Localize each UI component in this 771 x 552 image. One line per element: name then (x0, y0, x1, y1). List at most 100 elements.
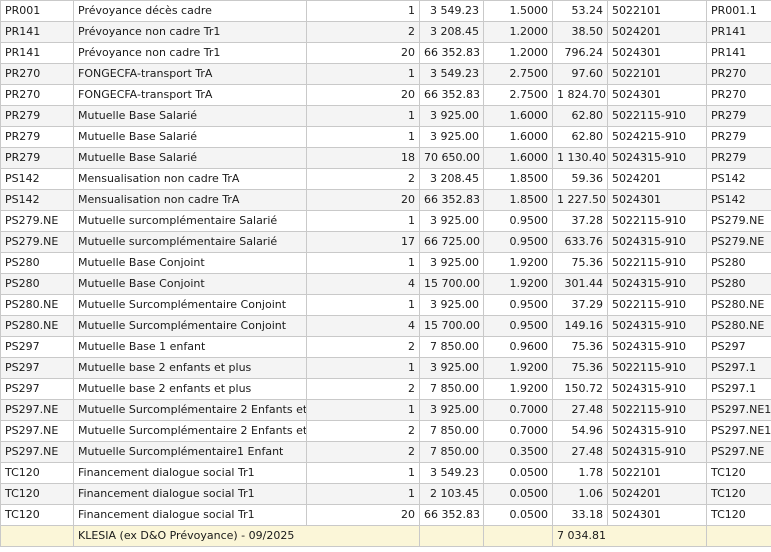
cell-quantity: 1 (306, 126, 420, 148)
cell-base: 3 925.00 (419, 294, 484, 316)
cell-quantity: 2 (306, 21, 420, 43)
cell-quantity: 4 (306, 273, 420, 295)
cell-account: 5022115-910 (607, 252, 707, 274)
table-row[interactable]: PS297 Mutuelle base 2 enfants et plus 2 7 8… (0, 378, 771, 400)
cell-rate: 0.9500 (483, 294, 553, 316)
cell-amount: 301.44 (552, 273, 608, 295)
cell-account: 5022115-910 (607, 105, 707, 127)
cell-rate: 1.5000 (483, 0, 553, 22)
cell-code: PS297.NE (0, 420, 74, 442)
table-row[interactable]: PR001 Prévoyance décès cadre 1 3 549.23 1.50… (0, 0, 771, 22)
cell-base: 3 208.45 (419, 168, 484, 190)
table-row[interactable]: PR141 Prévoyance non cadre Tr1 20 66 352.83… (0, 42, 771, 64)
cell-account: 5024315-910 (607, 315, 707, 337)
cell-amount: 59.36 (552, 168, 608, 190)
cell-quantity: 20 (306, 42, 420, 64)
table-row[interactable]: PS279.NE Mutuelle surcomplémentaire Salar… (0, 231, 771, 253)
cell-label: Financement dialogue social Tr1 (73, 504, 307, 526)
table-row[interactable]: PS280 Mutuelle Base Conjoint 4 15 700.00 1.9… (0, 273, 771, 295)
cell-base: 3 549.23 (419, 0, 484, 22)
table-row[interactable]: PS297.NE Mutuelle Surcomplémentaire 2 Enf… (0, 399, 771, 421)
cell-quantity: 2 (306, 336, 420, 358)
cell-label: Mensualisation non cadre TrA (73, 189, 307, 211)
cell-amount: 38.50 (552, 21, 608, 43)
cell-amount: 1 227.50 (552, 189, 608, 211)
table-row[interactable]: TC120 Financement dialogue social Tr1 1 3 5… (0, 462, 771, 484)
table-row[interactable]: PS279.NE Mutuelle surcomplémentaire Salar… (0, 210, 771, 232)
cell-account: 5024215-910 (607, 126, 707, 148)
cell-account: 5022101 (607, 462, 707, 484)
table-row[interactable]: PS280.NE Mutuelle Surcomplémentaire Conjo… (0, 315, 771, 337)
table-row[interactable]: PS142 Mensualisation non cadre TrA 20 66 35… (0, 189, 771, 211)
cell-base: 3 549.23 (419, 63, 484, 85)
table-row[interactable]: PR279 Mutuelle Base Salarié 18 70 650.00 1.6… (0, 147, 771, 169)
cell-account: 5024301 (607, 42, 707, 64)
cell-reference: PS297.1 (706, 378, 771, 400)
cell-base: 15 700.00 (419, 315, 484, 337)
cell-account: 5024201 (607, 168, 707, 190)
cell-account: 5024315-910 (607, 147, 707, 169)
cell-amount: 62.80 (552, 126, 608, 148)
cell-base: 66 352.83 (419, 84, 484, 106)
cell-code: PS280.NE (0, 315, 74, 337)
table-row[interactable]: PS142 Mensualisation non cadre TrA 2 3 208.… (0, 168, 771, 190)
cell-amount: 796.24 (552, 42, 608, 64)
cell-reference: PS142 (706, 168, 771, 190)
cell-reference: PR270 (706, 84, 771, 106)
cell-quantity: 1 (306, 399, 420, 421)
cell-reference: PR279 (706, 105, 771, 127)
cell-reference: PR279 (706, 147, 771, 169)
cell-account: 5024315-910 (607, 273, 707, 295)
table-row[interactable]: PR279 Mutuelle Base Salarié 1 3 925.00 1.600… (0, 105, 771, 127)
cell-amount: 37.28 (552, 210, 608, 232)
cell-reference: PR141 (706, 42, 771, 64)
cell-reference: PS280 (706, 273, 771, 295)
table-row[interactable]: PR141 Prévoyance non cadre Tr1 2 3 208.45 1.… (0, 21, 771, 43)
cell-quantity: 1 (306, 0, 420, 22)
cell-reference: PS280 (706, 252, 771, 274)
cell-label: Prévoyance non cadre Tr1 (73, 42, 307, 64)
cell-rate: 1.9200 (483, 252, 553, 274)
table-row[interactable]: PR270 FONGECFA-transport TrA 20 66 352.83 2.… (0, 84, 771, 106)
cell-code: PR279 (0, 105, 74, 127)
cell-account: 5024201 (607, 483, 707, 505)
cell-quantity: 20 (306, 189, 420, 211)
table-row[interactable]: PS297 Mutuelle Base 1 enfant 2 7 850.00 0.96… (0, 336, 771, 358)
table-row[interactable]: TC120 Financement dialogue social Tr1 1 2 1… (0, 483, 771, 505)
cell-code: PR279 (0, 147, 74, 169)
cell-quantity: 1 (306, 63, 420, 85)
table-row[interactable]: PR279 Mutuelle Base Salarié 1 3 925.00 1.600… (0, 126, 771, 148)
cell-account: 5024315-910 (607, 441, 707, 463)
cell-label: Mutuelle Base 1 enfant (73, 336, 307, 358)
cell-quantity: 18 (306, 147, 420, 169)
table-row[interactable]: TC120 Financement dialogue social Tr1 20 66… (0, 504, 771, 526)
cell-reference: PS280.NE (706, 315, 771, 337)
table-row[interactable]: PR270 FONGECFA-transport TrA 1 3 549.23 2.75… (0, 63, 771, 85)
table-row[interactable]: PS280.NE Mutuelle Surcomplémentaire Conjo… (0, 294, 771, 316)
cell-reference: PS280.NE (706, 294, 771, 316)
cell-quantity: 1 (306, 357, 420, 379)
table-row[interactable]: PS280 Mutuelle Base Conjoint 1 3 925.00 1.92… (0, 252, 771, 274)
total-label: KLESIA (ex D&O Prévoyance) - 09/2025 (73, 525, 420, 547)
cell-label: Mutuelle surcomplémentaire Salarié (73, 231, 307, 253)
table-row[interactable]: PS297 Mutuelle base 2 enfants et plus 1 3 9… (0, 357, 771, 379)
cell-reference: PS297.NE1 (706, 399, 771, 421)
cell-account: 5024201 (607, 21, 707, 43)
cell-account: 5022115-910 (607, 294, 707, 316)
cell-amount: 149.16 (552, 315, 608, 337)
table-row[interactable]: PS297.NE Mutuelle Surcomplémentaire 2 Enf… (0, 420, 771, 442)
cell-reference: PR270 (706, 63, 771, 85)
table-row[interactable]: PS297.NE Mutuelle Surcomplémentaire1 Enfa… (0, 441, 771, 463)
cell-quantity: 1 (306, 483, 420, 505)
cell-base: 7 850.00 (419, 420, 484, 442)
cell-amount: 97.60 (552, 63, 608, 85)
cell-quantity: 1 (306, 105, 420, 127)
cell-code: PS280.NE (0, 294, 74, 316)
total-row[interactable]: KLESIA (ex D&O Prévoyance) - 09/2025 7 0… (0, 525, 771, 547)
cell-amount: 633.76 (552, 231, 608, 253)
cell-reference: PS279.NE (706, 210, 771, 232)
cell-label: Mutuelle surcomplémentaire Salarié (73, 210, 307, 232)
cell-reference: PR279 (706, 126, 771, 148)
cell-label: Mutuelle base 2 enfants et plus (73, 357, 307, 379)
cell-account: 5024301 (607, 84, 707, 106)
